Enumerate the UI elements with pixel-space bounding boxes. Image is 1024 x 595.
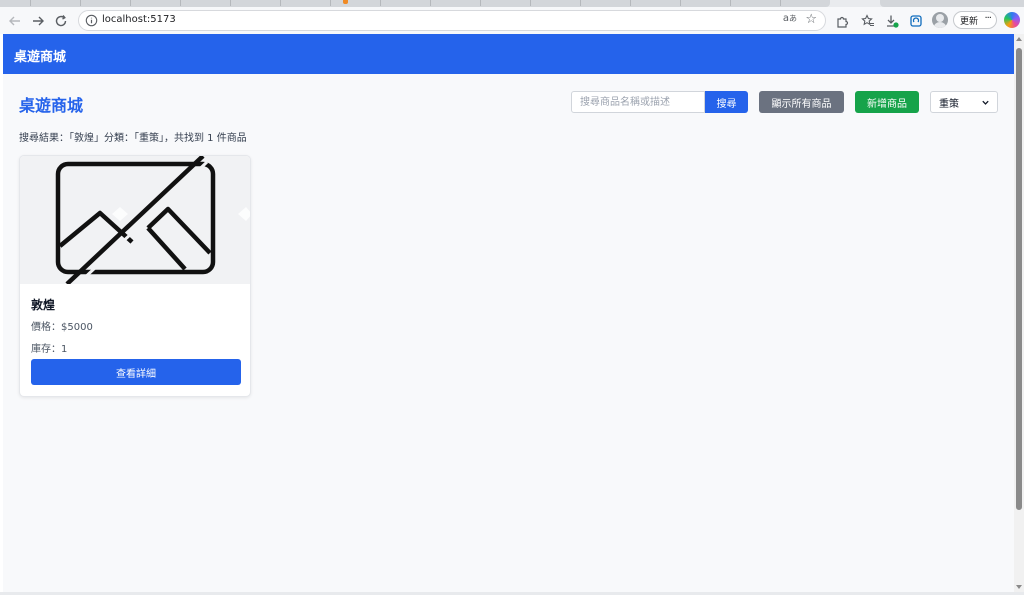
tab-separator (780, 0, 781, 6)
navbar-brand[interactable]: 桌遊商城 (14, 46, 66, 65)
tab-separator (480, 0, 481, 6)
tab-separator (730, 0, 731, 6)
active-tab-indicator (343, 0, 348, 4)
view-details-button[interactable]: 查看詳細 (31, 359, 241, 385)
broken-image-icon (55, 156, 250, 286)
scroll-up-arrow-icon[interactable] (1016, 37, 1022, 41)
page-viewport: 桌遊商城 桌遊商城 搜尋 顯示所有商品 新增商品 重策 搜尋結果：「敦煌」分類：… (3, 34, 1014, 592)
site-info-icon[interactable] (85, 14, 98, 27)
page-title: 桌遊商城 (19, 96, 84, 115)
back-arrow-icon[interactable] (5, 11, 25, 31)
product-name: 敦煌 (31, 298, 56, 312)
more-menu-icon[interactable]: ··· (984, 13, 991, 24)
tab-separator (30, 0, 31, 6)
tab-separator (230, 0, 231, 6)
url-text[interactable]: localhost:5173 (102, 14, 176, 25)
tab-separator (430, 0, 431, 6)
extensions-icon[interactable] (832, 11, 852, 31)
downloads-icon[interactable] (882, 11, 902, 31)
product-stock: 庫存：1 (31, 344, 68, 355)
search-result-summary: 搜尋結果：「敦煌」分類：「重策」，共找到 1 件商品 (19, 133, 247, 144)
scroll-down-arrow-icon[interactable] (1016, 585, 1022, 589)
tab-separator (130, 0, 131, 6)
add-product-button[interactable]: 新增商品 (855, 91, 919, 113)
update-label: 更新 (960, 16, 979, 27)
profile-avatar-icon[interactable] (932, 12, 948, 28)
tab-separator (280, 0, 281, 6)
tab-separator (330, 0, 331, 6)
chevron-down-icon (982, 100, 989, 105)
browser-tab-strip (0, 0, 1024, 7)
forward-arrow-icon[interactable] (28, 11, 48, 31)
tab-group-right[interactable] (880, 0, 1024, 7)
favorites-icon[interactable] (858, 11, 878, 31)
tab-separator (630, 0, 631, 6)
collections-icon[interactable] (906, 11, 926, 31)
browser-toolbar: localhost:5173 aあ ☆ 更新 ··· (0, 7, 1024, 34)
product-image (20, 156, 250, 286)
reload-icon[interactable] (51, 11, 71, 31)
read-aloud-icon[interactable]: aあ (783, 13, 797, 24)
address-bar[interactable]: localhost:5173 aあ ☆ (78, 10, 826, 31)
top-navbar: 桌遊商城 (3, 34, 1014, 74)
update-button[interactable]: 更新 ··· (953, 11, 997, 29)
category-select[interactable]: 重策 (930, 91, 998, 113)
category-selected-value: 重策 (939, 98, 959, 110)
tab-separator (380, 0, 381, 6)
tab-separator (530, 0, 531, 6)
tab-separator (680, 0, 681, 6)
tab-separator (180, 0, 181, 6)
search-button[interactable]: 搜尋 (705, 91, 748, 113)
tab-separator (580, 0, 581, 6)
show-all-products-button[interactable]: 顯示所有商品 (759, 91, 844, 113)
product-card: 敦煌 價格：$5000 庫存：1 查看詳細 (19, 155, 251, 397)
scrollbar-thumb[interactable] (1016, 48, 1022, 510)
tab-group[interactable] (0, 0, 830, 7)
copilot-icon[interactable] (1004, 12, 1020, 28)
search-input[interactable] (571, 91, 705, 113)
page-scrollbar[interactable] (1014, 34, 1024, 592)
tab-separator (80, 0, 81, 6)
favorite-star-icon[interactable]: ☆ (805, 12, 817, 28)
product-price: 價格：$5000 (31, 322, 93, 333)
